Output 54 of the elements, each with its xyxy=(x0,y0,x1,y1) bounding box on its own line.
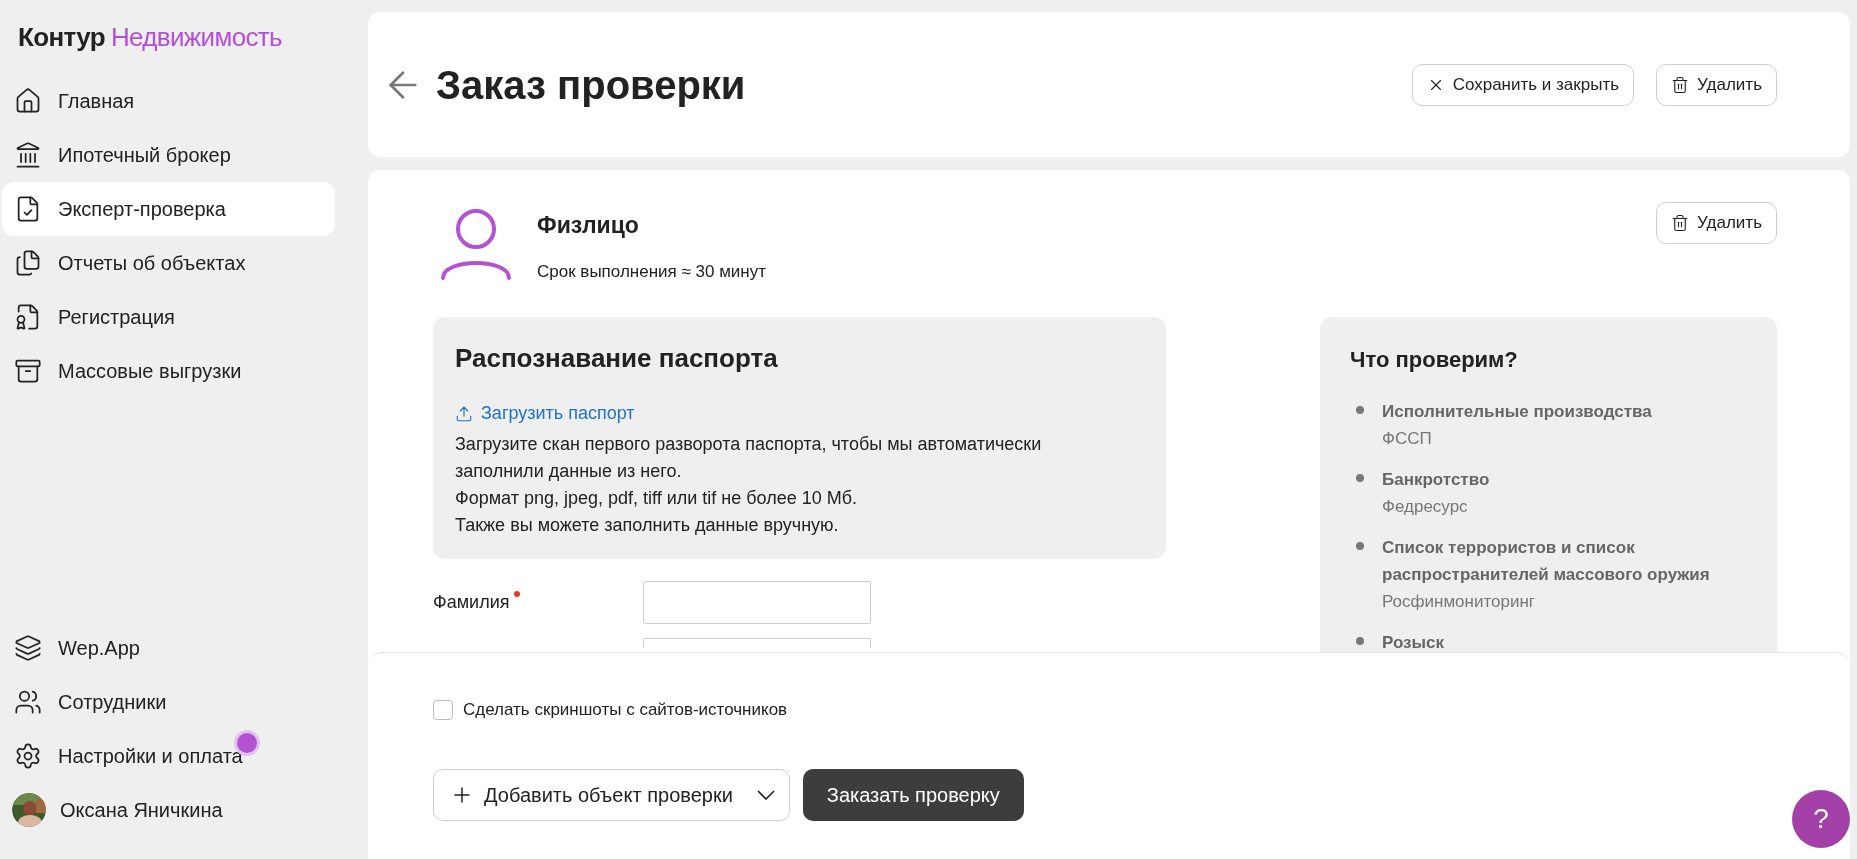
person-icon xyxy=(440,208,512,280)
checks-title: Что проверим? xyxy=(1350,346,1519,374)
bank-icon xyxy=(14,141,42,169)
text-field[interactable] xyxy=(643,638,871,648)
settings-icon xyxy=(14,742,42,770)
documents-icon xyxy=(14,249,42,277)
passport-hint: Также вы можете заполнить данные вручную. xyxy=(455,514,840,537)
nav-item[interactable]: Отчеты об объектах xyxy=(2,236,335,290)
passport-hint: Загрузите скан первого разворота паспорта, чтобы мы автоматически заполнили данные из него. xyxy=(455,433,1043,483)
chevron-down-icon xyxy=(756,789,775,800)
stack-icon xyxy=(14,634,42,662)
delete-button[interactable]: Удалить xyxy=(1656,202,1777,244)
trash-icon xyxy=(1671,214,1690,232)
field-label: Фамилия xyxy=(433,591,510,614)
check-name: Розыск xyxy=(1382,632,1444,654)
checkbox-label: Сделать скриншоты с сайтов-источников xyxy=(463,699,788,721)
order-button[interactable]: Заказать проверку xyxy=(802,768,1024,821)
brand-name: Контур xyxy=(18,21,105,54)
check-name: Список террористов и список распространителей массового оружия xyxy=(1382,537,1711,586)
check-source: Федресурс xyxy=(1382,496,1469,518)
passport-hint: Формат png, jpeg, pdf, tiff или tif не более 10 Мб. xyxy=(455,487,859,510)
passport-title: Распознавание паспорта xyxy=(455,342,779,375)
bullet xyxy=(1356,542,1364,550)
bullet xyxy=(1356,637,1364,645)
users-icon xyxy=(14,688,42,716)
nav-item[interactable]: Главная xyxy=(2,74,335,128)
nav-item[interactable]: Ипотечный брокер xyxy=(2,128,335,182)
subject-subtitle: Срок выполнения ≈ 30 минут xyxy=(537,260,767,283)
check-source: Росфинмониторинг xyxy=(1382,591,1537,613)
nav-item[interactable]: Массовые выгрузки xyxy=(2,344,335,398)
trash-icon xyxy=(1671,75,1690,94)
bullet xyxy=(1356,406,1364,414)
product-name: Недвижимость xyxy=(110,21,282,54)
save-and-close-button[interactable]: Сохранить и закрыть xyxy=(1411,63,1635,106)
check-name: Исполнительные производства xyxy=(1382,401,1652,423)
upload-icon xyxy=(455,404,473,423)
add-object-button[interactable]: Добавить объект проверки xyxy=(433,768,790,821)
subject-title: Физлицо xyxy=(537,211,640,240)
bullet xyxy=(1356,474,1364,482)
archive-icon xyxy=(14,357,42,385)
nav-item[interactable]: Регистрация xyxy=(2,290,335,344)
house-icon xyxy=(14,87,42,115)
nav-item[interactable]: Wep.App xyxy=(2,621,154,675)
nav-item[interactable]: Настройки и оплата xyxy=(2,729,257,783)
page-title: Заказ проверки xyxy=(436,61,747,109)
text-field[interactable] xyxy=(643,581,871,624)
upload-passport-link[interactable]: Загрузить паспорт xyxy=(455,400,635,427)
check-source: ФССП xyxy=(1382,428,1433,450)
delete-button[interactable]: Удалить xyxy=(1656,63,1777,106)
nav-item[interactable]: Эксперт-проверка xyxy=(2,182,335,236)
user-name[interactable]: Оксана Яничкина xyxy=(60,795,223,825)
checkbox[interactable] xyxy=(433,699,453,720)
nav-item[interactable]: Сотрудники xyxy=(2,675,181,729)
check-name: Банкротство xyxy=(1382,469,1490,491)
